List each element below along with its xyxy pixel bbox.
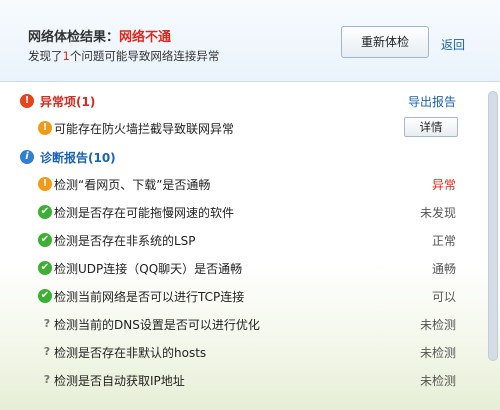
report-item: ✔ 检测是否存在可能拖慢网速的软件 未发现 bbox=[0, 200, 486, 224]
check-icon: ✔ bbox=[38, 205, 52, 219]
details-button[interactable]: 详情 bbox=[404, 117, 458, 137]
report-section-header: i 诊断报告(10) bbox=[0, 145, 486, 169]
abnormal-item: ! 可能存在防火墙拦截导致联网异常 详情 bbox=[0, 116, 486, 140]
warning-icon: ! bbox=[38, 177, 52, 191]
report-item-label: 检测当前网络是否可以进行TCP连接 bbox=[54, 290, 245, 304]
result-label: 网络体检结果： bbox=[28, 30, 120, 45]
report-item: ✔ 检测当前网络是否可以进行TCP连接 可以 bbox=[0, 284, 486, 308]
report-item: ! 检测“看网页、下载”是否通畅 异常 bbox=[0, 172, 486, 196]
report-item: ? 检测是否自动获取IP地址 未检测 bbox=[0, 368, 486, 392]
report-item: ? 检测当前的DNS设置是否可以进行优化 未检测 bbox=[0, 312, 486, 336]
report-section-title: 诊断报告(10) bbox=[40, 151, 116, 165]
report-item: ? 检测是否存在非默认的hosts 未检测 bbox=[0, 340, 486, 364]
report-item-status: 可以 bbox=[431, 290, 456, 304]
result-title: 网络体检结果：网络不通 bbox=[28, 26, 171, 45]
report-item-label: 检测UDP连接（QQ聊天）是否通畅 bbox=[54, 262, 243, 276]
check-icon: ✔ bbox=[38, 233, 52, 247]
recheck-button[interactable]: 重新体检 bbox=[341, 26, 429, 58]
report-item: ✔ 检测UDP连接（QQ聊天）是否通畅 通畅 bbox=[0, 256, 486, 280]
report-item-status: 未检测 bbox=[419, 374, 456, 388]
check-icon: ✔ bbox=[38, 289, 52, 303]
question-icon: ? bbox=[43, 373, 51, 386]
report-item-label: 检测是否存在非系统的LSP bbox=[54, 234, 196, 248]
question-icon: ? bbox=[43, 317, 51, 330]
abnormal-section-header: ! 异常项(1) 导出报告 bbox=[0, 89, 486, 113]
issue-count: 1 bbox=[62, 49, 70, 63]
result-header: 网络体检结果：网络不通 发现了1个问题可能导致网络连接异常 重新体检 返回 bbox=[0, 0, 500, 82]
report-item-status: 通畅 bbox=[431, 262, 456, 276]
report-item-status: 未检测 bbox=[419, 318, 456, 332]
report-panel: ! 异常项(1) 导出报告 ! 可能存在防火墙拦截导致联网异常 详情 i 诊断报… bbox=[0, 83, 500, 410]
result-summary: 发现了1个问题可能导致网络连接异常 bbox=[28, 48, 219, 64]
check-icon: ✔ bbox=[38, 261, 52, 275]
back-link[interactable]: 返回 bbox=[441, 36, 465, 53]
result-status: 网络不通 bbox=[119, 30, 172, 45]
report-item-label: 检测是否存在非默认的hosts bbox=[54, 346, 207, 360]
report-item-status: 未检测 bbox=[419, 346, 456, 360]
summary-prefix: 发现了 bbox=[28, 49, 63, 63]
question-icon: ? bbox=[43, 345, 51, 358]
report-item-status: 未发现 bbox=[419, 206, 456, 220]
abnormal-section-title: 异常项(1) bbox=[40, 95, 96, 109]
abnormal-item-label: 可能存在防火墙拦截导致联网异常 bbox=[54, 122, 235, 136]
report-item-status: 异常 bbox=[431, 178, 456, 192]
summary-suffix: 个问题可能导致网络连接异常 bbox=[69, 49, 220, 63]
scrollbar-thumb[interactable] bbox=[488, 91, 498, 361]
error-icon: ! bbox=[20, 94, 34, 108]
report-item: ✔ 检测是否存在非系统的LSP 正常 bbox=[0, 228, 486, 252]
report-item-status: 正常 bbox=[431, 234, 456, 248]
report-item-label: 检测是否自动获取IP地址 bbox=[54, 374, 185, 388]
report-item-label: 检测当前的DNS设置是否可以进行优化 bbox=[54, 318, 260, 332]
scrollbar[interactable] bbox=[488, 85, 498, 408]
warning-icon: ! bbox=[38, 121, 52, 135]
report-item-label: 检测是否存在可能拖慢网速的软件 bbox=[54, 206, 235, 220]
info-icon: i bbox=[20, 150, 34, 164]
export-report-link[interactable]: 导出报告 bbox=[408, 93, 456, 110]
report-item-label: 检测“看网页、下载”是否通畅 bbox=[54, 178, 211, 192]
